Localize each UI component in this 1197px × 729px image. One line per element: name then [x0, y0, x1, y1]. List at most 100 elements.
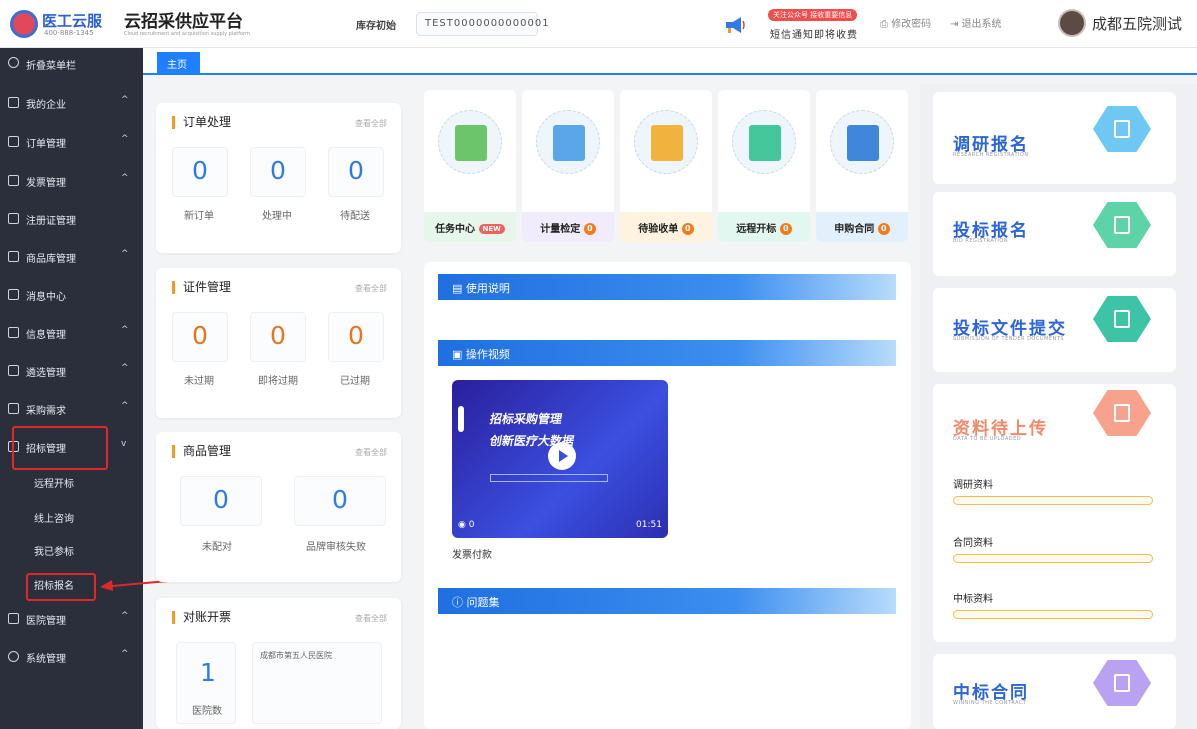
notice-tag: 关注公众号 接收重要信息 — [768, 9, 858, 21]
library-select[interactable]: TEST0000000000001 — [416, 12, 549, 36]
contract-seal-icon — [1093, 660, 1151, 706]
upload-item-label[interactable]: 调研资料 — [953, 476, 993, 491]
hospital-icon — [8, 613, 19, 624]
sidebar-item-purchase-demand[interactable]: 采购需求 ^ — [0, 394, 143, 424]
card-subtitle: SUBMISSION OF TENDER DOCUMENTS — [953, 336, 1064, 342]
tile-task-center[interactable]: 任务中心 NEW — [424, 90, 516, 242]
card-title: 商品管理 — [172, 445, 231, 458]
video-views: ◉ 0 — [458, 520, 475, 530]
order-icon — [8, 136, 19, 147]
stat-value: 0 — [348, 321, 364, 350]
hospital-name: 成都市第五人民医院 — [260, 651, 332, 660]
chevron-icon: ^ — [121, 173, 129, 183]
sidebar-item-info[interactable]: 信息管理 ^ — [0, 318, 143, 348]
sidebar-item-messages[interactable]: 消息中心 — [0, 280, 143, 310]
sidebar-item-invoices[interactable]: 发票管理 ^ — [0, 166, 143, 196]
sidebar-item-label: 注册证管理 — [26, 216, 76, 227]
bid-registration-card[interactable]: 投标报名 BID REGISTRATION — [933, 192, 1176, 276]
video-thumbnail[interactable]: 招标采购管理 创新医疗大数据 ◉ 0 01:51 — [452, 380, 668, 538]
sidebar-item-orders[interactable]: 订单管理 ^ — [0, 127, 143, 157]
upload-item-label[interactable]: 合同资料 — [953, 534, 993, 549]
research-icon — [1093, 106, 1151, 152]
tile-metrology[interactable]: 计量检定 0 — [522, 90, 614, 242]
winning-contract-card[interactable]: 中标合同 WINNING THE CONTRACT — [933, 654, 1176, 729]
sidebar-item-label: 发票管理 — [26, 178, 66, 189]
faq-header[interactable]: ⓘ 问题集 — [438, 588, 896, 614]
stat-label: 品牌审核失败 — [306, 542, 366, 553]
view-all-link[interactable]: 查看全部 — [355, 118, 387, 129]
highlight-box-tender-menu — [12, 426, 108, 470]
sidebar-item-selection[interactable]: 遴选管理 ^ — [0, 356, 143, 386]
settings-icon — [8, 651, 19, 662]
view-all-link[interactable]: 查看全部 — [355, 447, 387, 458]
stat-label: 医院数 — [192, 706, 222, 717]
stat-value: 1 — [200, 658, 216, 687]
stat-label: 即将过期 — [258, 376, 298, 387]
tile-remote-bid-opening[interactable]: 远程开标 0 — [718, 90, 810, 242]
book-icon: ▤ — [452, 282, 466, 295]
sidebar-item-hospitals[interactable]: 医院管理 ^ — [0, 604, 143, 634]
megaphone-icon — [726, 17, 745, 33]
logout-link[interactable]: ⇥ 退出系统 — [950, 15, 1002, 30]
card-subtitle: DATA TO BE UPLOADED — [953, 436, 1022, 442]
message-icon — [8, 289, 19, 300]
chevron-icon: ^ — [121, 325, 129, 335]
view-all-link[interactable]: 查看全部 — [355, 613, 387, 624]
logo-shield-icon — [10, 10, 38, 38]
tile-pending-receipt[interactable]: 待验收单 0 — [620, 90, 712, 242]
video-header: ▣ 操作视频 — [438, 340, 896, 366]
stat-label: 未过期 — [184, 376, 214, 387]
video-duration: 01:51 — [636, 520, 662, 530]
manual-header[interactable]: ▤ 使用说明 — [438, 274, 896, 300]
task-center-icon — [438, 110, 502, 174]
upload-icon — [1093, 390, 1151, 436]
tab-home[interactable]: 主页 — [157, 52, 200, 74]
logo-phone: 400-888-1345 — [44, 29, 94, 37]
card-title: 证件管理 — [172, 281, 231, 294]
video-banner-line1: 招标采购管理 — [488, 412, 564, 426]
sidebar-item-registration-cert[interactable]: 注册证管理 — [0, 204, 143, 234]
stat-value: 0 — [192, 321, 208, 350]
count-badge: 0 — [877, 223, 890, 235]
user-avatar[interactable] — [1058, 9, 1086, 37]
stat-label: 新订单 — [184, 211, 214, 222]
submit-icon — [1093, 296, 1151, 342]
chevron-icon: ^ — [121, 611, 129, 621]
sidebar-item-my-company[interactable]: 我的企业 ^ — [0, 88, 143, 118]
sidebar-item-label: 我的企业 — [26, 100, 66, 111]
video-icon: ▣ — [452, 348, 466, 361]
play-button[interactable] — [548, 442, 576, 470]
chevron-icon: ^ — [121, 134, 129, 144]
question-icon: ⓘ — [452, 596, 467, 609]
stat-value: 0 — [348, 156, 364, 185]
sidebar-sub-my-bids[interactable]: 我已参标 — [34, 543, 74, 558]
toggle-icon — [8, 57, 19, 68]
stat-label: 待配送 — [340, 211, 370, 222]
manual-label: 使用说明 — [465, 282, 510, 295]
info-icon — [8, 327, 19, 338]
brand-logo[interactable]: 医工云服 400-888-1345 — [8, 8, 118, 40]
stat-value: 0 — [332, 485, 348, 514]
bid-submission-card[interactable]: 投标文件提交 SUBMISSION OF TENDER DOCUMENTS — [933, 288, 1176, 372]
tile-label: 计量检定 0 — [522, 212, 614, 242]
user-name[interactable]: 成都五院测试 — [1092, 13, 1182, 34]
library-label: 库存初始 — [356, 21, 396, 32]
sidebar-sub-remote-bid-opening[interactable]: 远程开标 — [34, 475, 74, 490]
sidebar-collapse-toggle[interactable]: 折叠菜单栏 — [0, 51, 143, 77]
tile-purchase-contract[interactable]: 申购合同 0 — [816, 90, 908, 242]
card-subtitle: WINNING THE CONTRACT — [953, 700, 1027, 706]
sidebar-item-label: 信息管理 — [26, 330, 66, 341]
sms-notice[interactable]: 关注公众号 接收重要信息 短信通知即将收费 — [724, 8, 874, 42]
view-all-link[interactable]: 查看全部 — [355, 283, 387, 294]
invoice-icon — [8, 175, 19, 186]
sidebar-sub-online-consult[interactable]: 线上咨询 — [34, 510, 74, 525]
sidebar-item-system[interactable]: 系统管理 ^ — [0, 642, 143, 672]
upload-item-label[interactable]: 中标资料 — [953, 590, 993, 605]
sidebar-item-product-library[interactable]: 商品库管理 ^ — [0, 242, 143, 272]
chevron-icon: ^ — [121, 401, 129, 411]
reconcile-card: 对账开票 查看全部 1 医院数 成都市第五人民医院 — [156, 598, 401, 729]
lock-icon: ⎙ — [880, 19, 892, 30]
video-subtitle-bar — [490, 474, 608, 482]
change-password-link[interactable]: ⎙ 修改密码 — [880, 15, 931, 30]
research-registration-card[interactable]: 调研报名 RESEARCH REGISTRATION — [933, 92, 1176, 184]
